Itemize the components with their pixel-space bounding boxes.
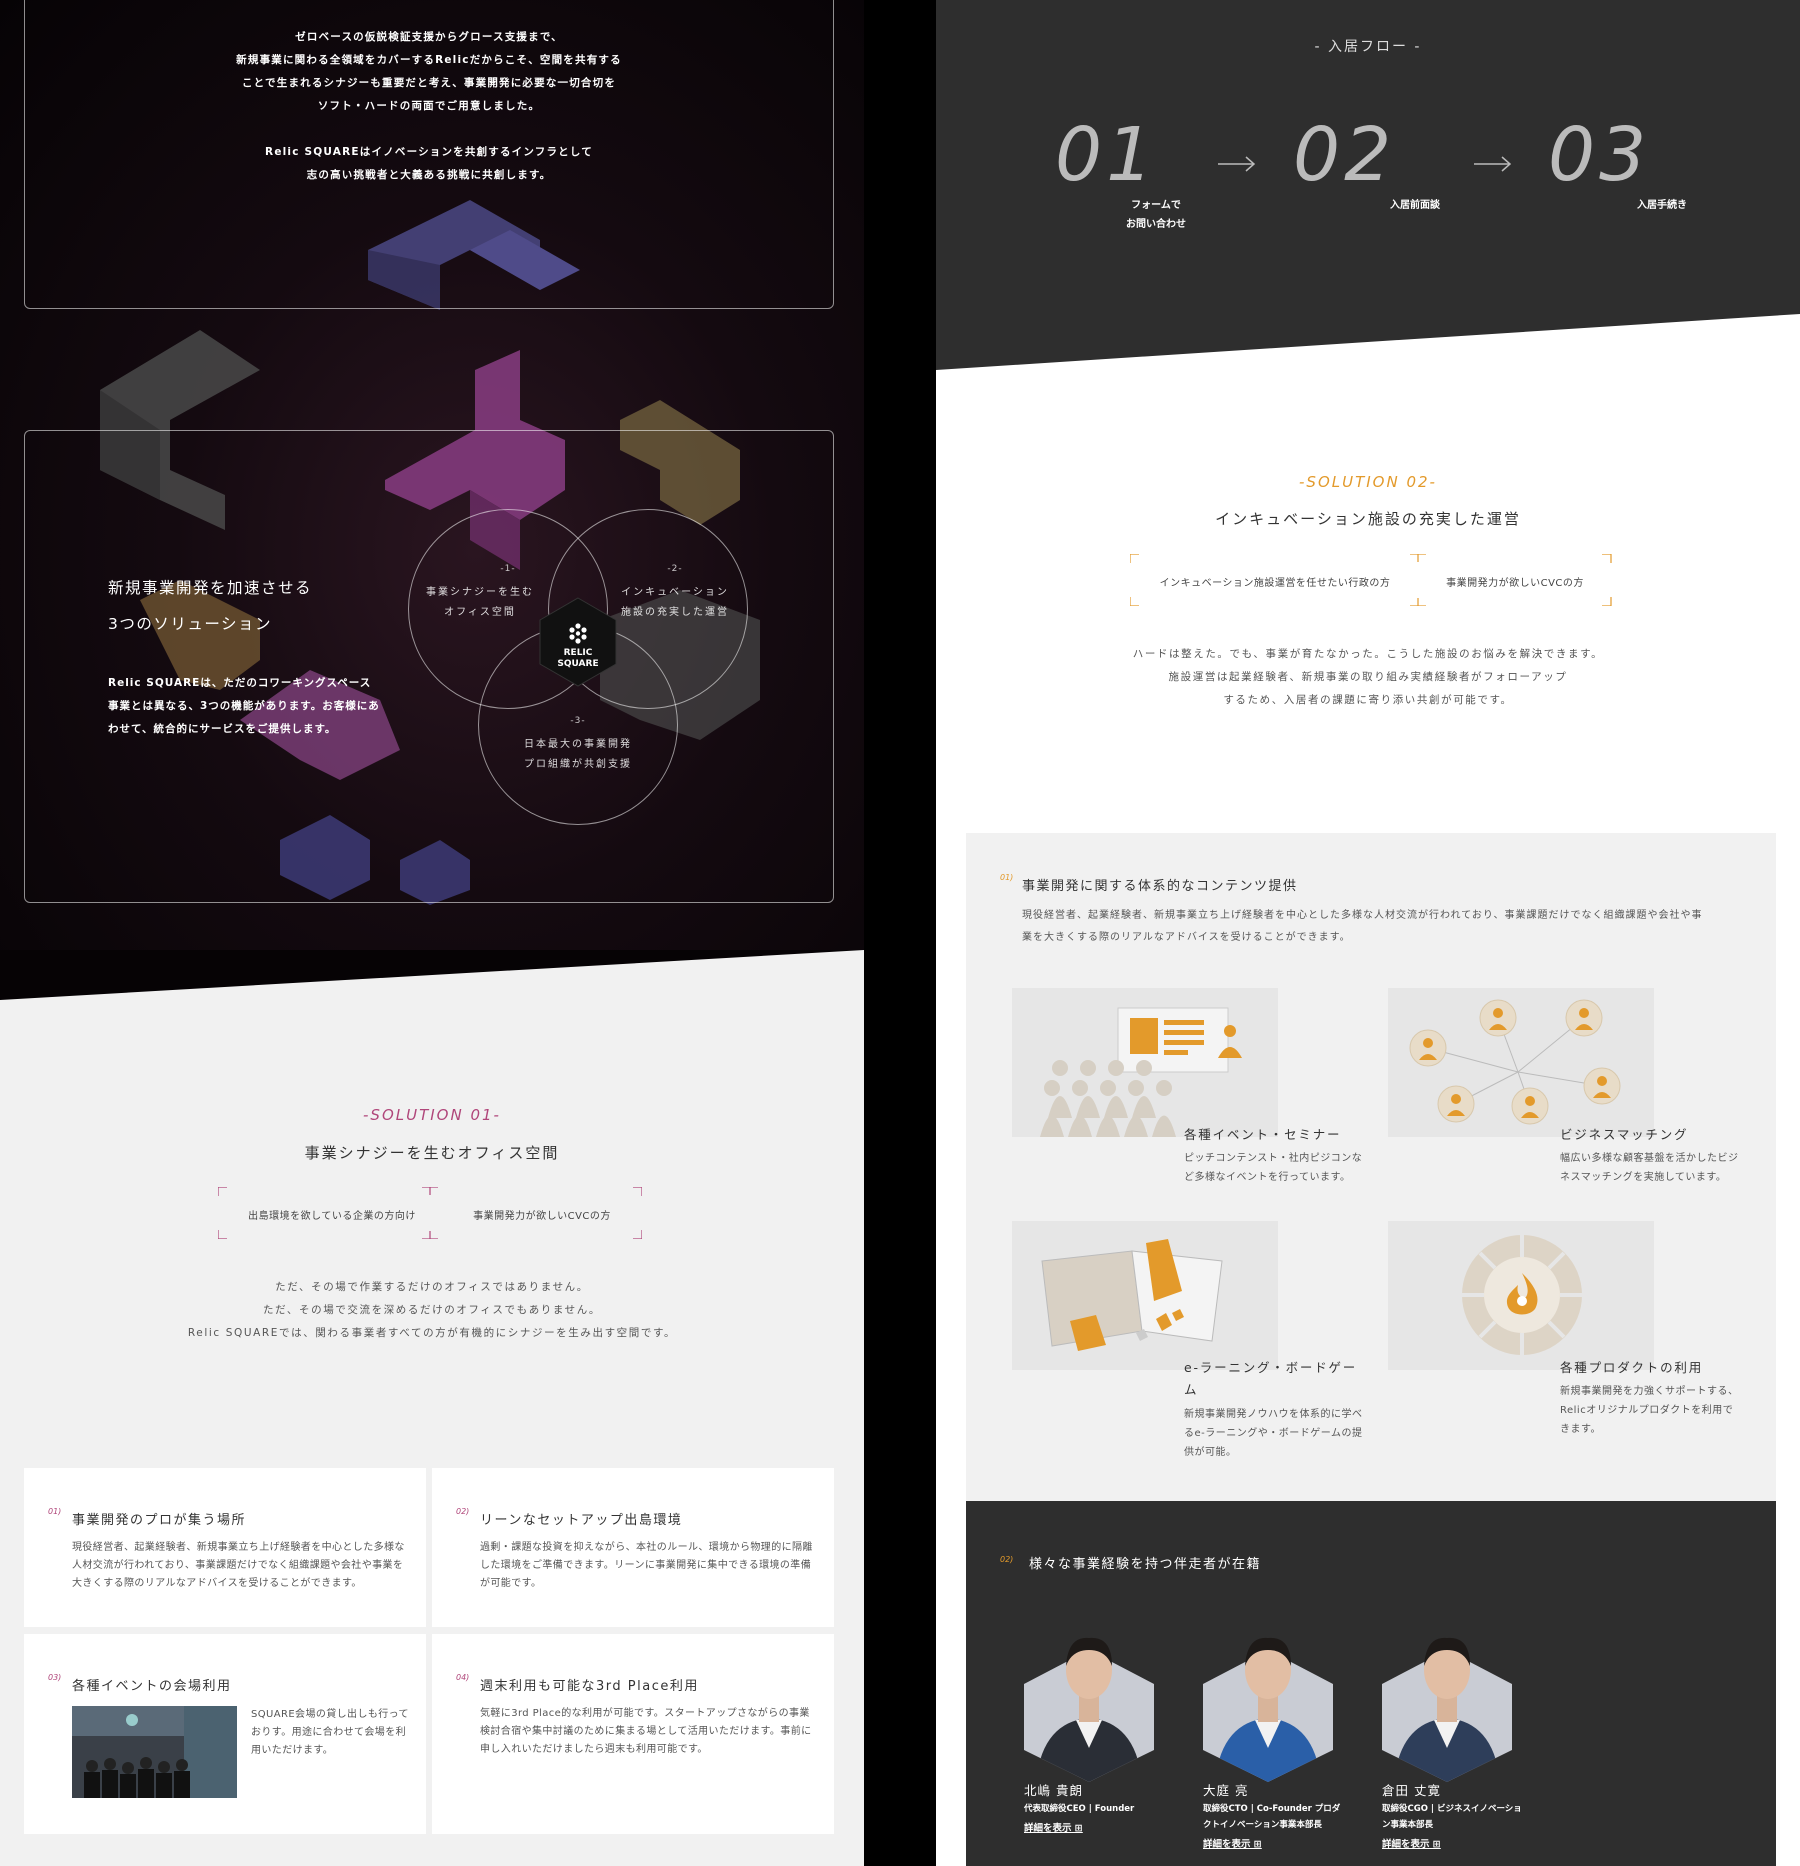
flow-slant-white bbox=[936, 314, 1800, 374]
feature-card-1: 01) 事業開発のプロが集う場所 現役経営者、起業経験者、新規事業立ち上げ経験者… bbox=[24, 1468, 426, 1627]
solution01-para-2: ただ、その場で交流を深めるだけのオフィスでもありません。 bbox=[263, 1304, 601, 1316]
person-2-portrait bbox=[1203, 1637, 1333, 1782]
flow-step-1-line-2: お問い合わせ bbox=[1126, 219, 1186, 230]
card-4-text: 気軽に3rd Place的な利用が可能です。スタートアップさながらの事業検討合宿… bbox=[480, 1708, 812, 1755]
person-3-role: 取締役CGO | ビジネスイノベーション事業本部長 bbox=[1382, 1804, 1522, 1830]
card-2-title: リーンなセットアップ出島環境 bbox=[480, 1513, 683, 1528]
card-1-num: 01) bbox=[48, 1507, 62, 1516]
feature-card-3: 03) 各種イベントの会場利用 SQUARE会場の貸し出しも行っておりす。用途に… bbox=[24, 1634, 426, 1834]
product-illustration bbox=[1388, 1221, 1654, 1370]
solution01-para-1: ただ、その場で作業するだけのオフィスではありません。 bbox=[275, 1281, 589, 1293]
person-1-role: 代表取締役CEO | Founder bbox=[1024, 1804, 1135, 1814]
person-3-portrait bbox=[1382, 1637, 1512, 1782]
card-2-num: 02) bbox=[456, 1507, 470, 1516]
card-3-num: 03) bbox=[48, 1673, 62, 1682]
solutions-description: Relic SQUAREは、ただのコワーキングスペース事業とは異なる、3つの機能… bbox=[108, 677, 380, 735]
partners-title: 様々な事業経験を持つ伴走者が在籍 bbox=[1029, 1557, 1262, 1572]
solution02-para-3: するため、入居者の課題に寄り添い共創が可能です。 bbox=[1223, 694, 1513, 706]
contents-item-3-title: e-ラーニング・ボードゲーム bbox=[1184, 1360, 1358, 1397]
card-3-text: SQUARE会場の貸し出しも行っておりす。用途に合わせて会場を利用いただけます。 bbox=[251, 1709, 409, 1756]
relic-square-logo: RELIC SQUARE bbox=[539, 597, 617, 687]
section-slant bbox=[0, 950, 864, 1000]
contents-title: 事業開発に関する体系的なコンテンツ提供 bbox=[1022, 879, 1298, 894]
card-2-text: 過剰・課題な投資を抑えながら、本社のルール、環境から物理的に隔離した環境をご準備… bbox=[480, 1542, 813, 1589]
flow-step-3-label: 入居手続き bbox=[1637, 200, 1687, 211]
circle-1-num: -1- bbox=[500, 564, 516, 574]
solution01-target-left: 出島環境を欲している企業の方向け bbox=[248, 1211, 416, 1222]
circle-3-line-1: 日本最大の事業開発 bbox=[524, 739, 632, 750]
person-1-name: 北嶋 貴朗 bbox=[1024, 1783, 1083, 1798]
solution02-para-2: 施設運営は起業経験者、新規事業の取り組み実績経験者がフォローアップ bbox=[1168, 671, 1568, 683]
seminar-illustration bbox=[1012, 988, 1278, 1137]
solution02-para-1: ハードは整えた。でも、事業が育たなかった。こうした施設のお悩みを解決できます。 bbox=[1132, 648, 1604, 660]
solutions-title-line-1: 新規事業開発を加速させる bbox=[108, 579, 313, 597]
contents-item-1-text: ピッチコンテンスト・社内ピジコンなど多様なイベントを行っています。 bbox=[1184, 1153, 1363, 1183]
person-2-name: 大庭 亮 bbox=[1203, 1783, 1249, 1798]
card-1-text: 現役経営者、起業経験者、新規事業立ち上げ経験者を中心とした多様な人材交流が行われ… bbox=[72, 1542, 405, 1589]
card-4-num: 04) bbox=[456, 1673, 470, 1682]
contents-item-2-text: 幅広い多様な顧客基盤を活かしたビジネスマッチングを実施しています。 bbox=[1560, 1153, 1739, 1183]
solutions-title-line-2: 3つのソリューション bbox=[108, 615, 273, 633]
elearning-illustration bbox=[1012, 1221, 1278, 1370]
circle-3-num: -3- bbox=[570, 716, 586, 726]
partners-num: 02) bbox=[1000, 1555, 1014, 1564]
intro-line-6: 志の高い挑戦者と大義ある挑戦に共創します。 bbox=[306, 169, 552, 181]
flow-step-1-line-1: フォームで bbox=[1131, 200, 1181, 211]
intro-line-3: ことで生まれるシナジーも重要だと考え、事業開発に必要な一切合切を bbox=[241, 77, 617, 89]
arrow-right-icon bbox=[1218, 156, 1256, 172]
flow-step-1-num: 01 bbox=[1055, 112, 1158, 198]
intro-line-4: ソフト・ハードの両面でご用意しました。 bbox=[317, 100, 541, 112]
flow-step-2-label: 入居前面談 bbox=[1390, 200, 1440, 211]
person-1-portrait bbox=[1024, 1637, 1154, 1782]
intro-line-2: 新規事業に関わる全領域をカバーするRelicだからこそ、空間を共有する bbox=[236, 54, 622, 66]
solution01-target-right: 事業開発力が欲しいCVCの方 bbox=[473, 1211, 611, 1222]
card-3-title: 各種イベントの会場利用 bbox=[72, 1679, 232, 1694]
flow-step-2-num: 02 bbox=[1293, 112, 1396, 198]
intro-line-1: ゼロベースの仮説検証支援からグロース支援まで、 bbox=[295, 31, 563, 43]
contents-item-4-title: 各種プロダクトの利用 bbox=[1560, 1360, 1704, 1375]
card-1-title: 事業開発のプロが集う場所 bbox=[72, 1513, 247, 1528]
solution02-target-right: 事業開発力が欲しいCVCの方 bbox=[1446, 578, 1584, 589]
svg-text:SQUARE: SQUARE bbox=[557, 659, 598, 669]
circle-2-num: -2- bbox=[667, 564, 683, 574]
landing-page: ゼロベースの仮説検証支援からグロース支援まで、 新規事業に関わる全領域をカバーす… bbox=[0, 0, 1800, 1866]
intro-line-5: Relic SQUAREはイノベーションを共創するインフラとして bbox=[265, 146, 593, 158]
contents-num: 01) bbox=[1000, 873, 1014, 882]
feature-card-4: 04) 週末利用も可能な3rd Place利用 気軽に3rd Place的な利用… bbox=[432, 1634, 834, 1834]
contents-item-4-text: 新規事業開発を力強くサポートする、Relicオリジナルプロダクトを利用できます。 bbox=[1560, 1386, 1739, 1435]
contents-item-3-text: 新規事業開発ノウハウを体系的に学べるe-ラーニングや・ボードゲームの提供が可能。 bbox=[1184, 1409, 1363, 1458]
contents-item-1-title: 各種イベント・セミナー bbox=[1184, 1127, 1342, 1142]
solution01-heading: 事業シナジーを生むオフィス空間 bbox=[304, 1144, 560, 1162]
flow-title: - 入居フロー - bbox=[1314, 39, 1422, 55]
solution01-label: -SOLUTION 01- bbox=[363, 1106, 501, 1124]
flow-step-3-num: 03 bbox=[1548, 112, 1651, 198]
solution01-para-3: Relic SQUAREでは、関わる事業者すべての方が有機的にシナジーを生み出す… bbox=[187, 1327, 677, 1339]
person-2-role: 取締役CTO | Co-Founder プロダクトイノベーション事業本部長 bbox=[1203, 1804, 1341, 1830]
svg-text:RELIC: RELIC bbox=[564, 648, 593, 658]
person-3-detail-link[interactable]: 詳細を表示 ⊞ bbox=[1382, 1836, 1441, 1850]
hero-dark-section: ゼロベースの仮説検証支援からグロース支援まで、 新規事業に関わる全領域をカバーす… bbox=[0, 0, 864, 1000]
contents-text: 現役経営者、起業経験者、新規事業立ち上げ経験者を中心とした多様な人材交流が行われ… bbox=[1022, 910, 1703, 943]
contents-item-2-title: ビジネスマッチング bbox=[1560, 1127, 1689, 1142]
matching-illustration bbox=[1388, 988, 1654, 1137]
solution02-label: -SOLUTION 02- bbox=[1299, 473, 1437, 491]
card-4-title: 週末利用も可能な3rd Place利用 bbox=[480, 1679, 699, 1694]
person-1-detail-link[interactable]: 詳細を表示 ⊞ bbox=[1024, 1820, 1083, 1834]
person-3-name: 倉田 丈寛 bbox=[1382, 1783, 1441, 1798]
solution02-target-left: インキュベーション施設運営を任せたい行政の方 bbox=[1159, 578, 1391, 589]
solution02-heading: インキュベーション施設の充実した運営 bbox=[1215, 510, 1521, 528]
person-2-detail-link[interactable]: 詳細を表示 ⊞ bbox=[1203, 1836, 1262, 1850]
event-venue-photo bbox=[72, 1706, 237, 1798]
feature-card-2: 02) リーンなセットアップ出島環境 過剰・課題な投資を抑えながら、本社のルール… bbox=[432, 1468, 834, 1627]
arrow-right-icon bbox=[1474, 156, 1512, 172]
circle-3-line-2: プロ組織が共創支援 bbox=[524, 759, 632, 770]
